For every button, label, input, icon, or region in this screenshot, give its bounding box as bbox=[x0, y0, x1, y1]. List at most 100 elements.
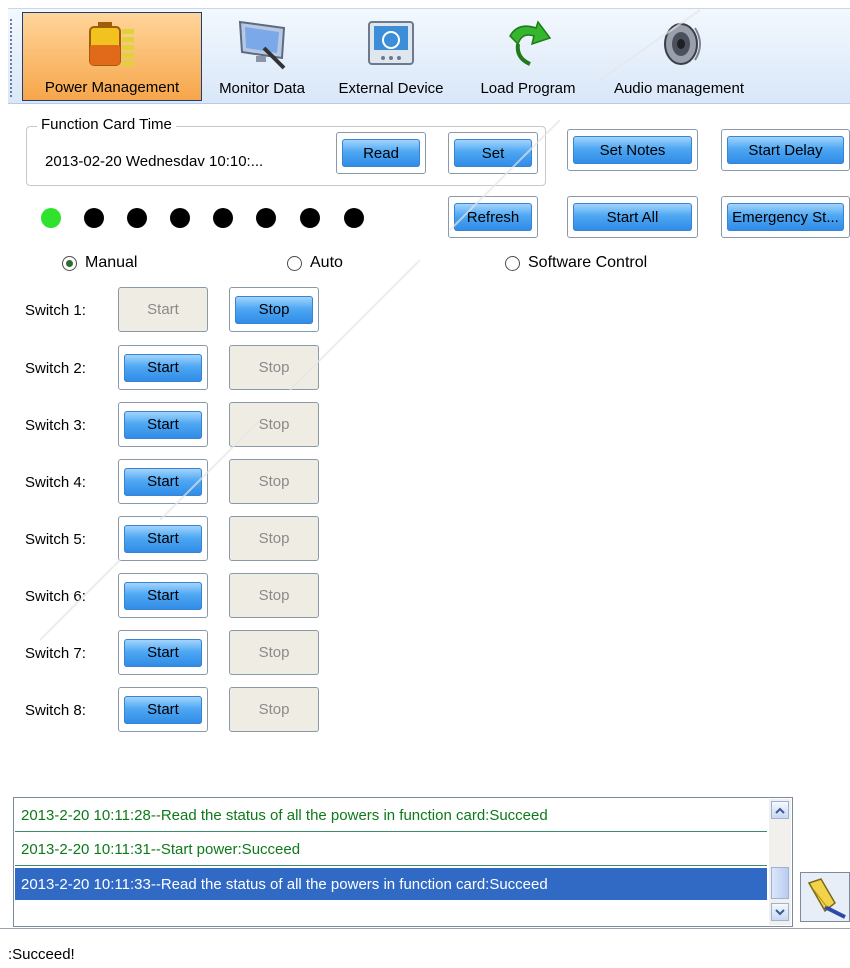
power-indicator-1 bbox=[41, 208, 61, 228]
battery-icon bbox=[89, 22, 134, 66]
radio-label: Manual bbox=[85, 254, 138, 271]
power-indicator-7 bbox=[300, 208, 320, 228]
log-scrollbar[interactable] bbox=[769, 799, 791, 925]
tab-audio-management[interactable]: Audio management bbox=[596, 12, 762, 101]
power-indicator-6 bbox=[256, 208, 276, 228]
switch-7-label: Switch 7: bbox=[25, 645, 86, 662]
switch-6-label: Switch 6: bbox=[25, 588, 86, 605]
button-label: Start bbox=[124, 695, 202, 724]
switch-8-label: Switch 8: bbox=[25, 702, 86, 719]
switch-8-stop-button[interactable]: Stop bbox=[229, 687, 319, 732]
mode-radio-manual[interactable]: Manual bbox=[62, 254, 137, 272]
switch-4-label: Switch 4: bbox=[25, 474, 86, 491]
emergency-stop-button-label: Emergency St... bbox=[727, 203, 844, 231]
button-label: Stop bbox=[258, 587, 290, 604]
log-list[interactable]: 2013-2-20 10:11:28--Read the status of a… bbox=[13, 797, 793, 927]
button-label: Start bbox=[124, 410, 202, 439]
log-entry[interactable]: 2013-2-20 10:11:28--Read the status of a… bbox=[15, 800, 767, 832]
emergency-stop-button[interactable]: Emergency St... bbox=[721, 196, 850, 238]
start-delay-button-label: Start Delay bbox=[727, 136, 844, 164]
button-label: Stop bbox=[258, 701, 290, 718]
button-label: Start bbox=[124, 467, 202, 496]
button-label: Start bbox=[124, 524, 202, 553]
broom-icon bbox=[807, 878, 846, 919]
switch-1-label: Switch 1: bbox=[25, 302, 86, 319]
tab-label: External Device bbox=[338, 80, 444, 97]
mode-radio-software-control[interactable]: Software Control bbox=[505, 254, 647, 272]
refresh-button-label: Refresh bbox=[454, 203, 532, 231]
power-indicator-5 bbox=[213, 208, 233, 228]
start-delay-button[interactable]: Start Delay bbox=[721, 129, 850, 171]
scrollbar-thumb[interactable] bbox=[771, 867, 789, 899]
tab-power-management[interactable]: Power Management bbox=[22, 12, 202, 101]
switch-2-start-button[interactable]: Start bbox=[118, 345, 208, 390]
switch-3-start-button[interactable]: Start bbox=[118, 402, 208, 447]
radio-label: Software Control bbox=[528, 254, 648, 271]
arrow-icon bbox=[509, 20, 552, 66]
mode-radio-auto[interactable]: Auto bbox=[287, 254, 343, 272]
switch-4-stop-button[interactable]: Stop bbox=[229, 459, 319, 504]
button-label: Start bbox=[124, 638, 202, 667]
switch-1-stop-button[interactable]: Stop bbox=[229, 287, 319, 332]
radio-label: Auto bbox=[310, 254, 343, 271]
tab-label: Power Management bbox=[44, 79, 180, 96]
set-button[interactable]: Set bbox=[448, 132, 538, 174]
switch-7-start-button[interactable]: Start bbox=[118, 630, 208, 675]
start-all-button[interactable]: Start All bbox=[567, 196, 698, 238]
switch-6-start-button[interactable]: Start bbox=[118, 573, 208, 618]
scroll-up-arrow-icon[interactable] bbox=[771, 801, 789, 819]
switch-5-start-button[interactable]: Start bbox=[118, 516, 208, 561]
switch-6-stop-button[interactable]: Stop bbox=[229, 573, 319, 618]
read-button-label: Read bbox=[342, 139, 420, 167]
tab-label: Load Program bbox=[480, 80, 576, 97]
button-label: Stop bbox=[258, 530, 290, 547]
set-notes-button[interactable]: Set Notes bbox=[567, 129, 698, 171]
log-entry[interactable]: 2013-2-20 10:11:31--Start power:Succeed bbox=[15, 834, 767, 866]
radio-unselected-icon bbox=[505, 255, 520, 271]
status-divider bbox=[0, 928, 850, 929]
tab-monitor-data[interactable]: Monitor Data bbox=[206, 12, 318, 101]
toolbar: Power Management Monitor Data External D… bbox=[8, 8, 850, 104]
toolbar-grip[interactable] bbox=[10, 19, 12, 97]
log-entry-text: 2013-2-20 10:11:33--Read the status of a… bbox=[21, 875, 548, 893]
switch-3-stop-button[interactable]: Stop bbox=[229, 402, 319, 447]
power-indicator-2 bbox=[84, 208, 104, 228]
function-card-time-value: 2013-02-20 Wednesdav 10:10:... bbox=[45, 153, 264, 170]
switch-4-start-button[interactable]: Start bbox=[118, 459, 208, 504]
monitor-icon bbox=[238, 20, 286, 70]
button-label: Stop bbox=[258, 644, 290, 661]
switch-2-label: Switch 2: bbox=[25, 360, 86, 377]
radio-selected-icon bbox=[62, 255, 77, 271]
button-label: Stop bbox=[235, 295, 313, 324]
power-indicator-3 bbox=[127, 208, 147, 228]
switch-7-stop-button[interactable]: Stop bbox=[229, 630, 319, 675]
log-entry-selected[interactable]: 2013-2-20 10:11:33--Read the status of a… bbox=[15, 868, 767, 900]
switch-5-label: Switch 5: bbox=[25, 531, 86, 548]
function-card-time-legend: Function Card Time bbox=[37, 116, 176, 133]
clear-log-button[interactable] bbox=[800, 872, 850, 922]
tab-label: Audio management bbox=[613, 80, 745, 97]
switch-1-start-button[interactable]: Start bbox=[118, 287, 208, 332]
tab-external-device[interactable]: External Device bbox=[323, 12, 459, 101]
log-entry-text: 2013-2-20 10:11:31--Start power:Succeed bbox=[21, 841, 301, 858]
switch-5-stop-button[interactable]: Stop bbox=[229, 516, 319, 561]
set-button-label: Set bbox=[454, 139, 532, 167]
scroll-down-arrow-icon[interactable] bbox=[771, 903, 789, 921]
start-all-button-label: Start All bbox=[573, 203, 692, 231]
power-indicator-8 bbox=[344, 208, 364, 228]
speaker-icon bbox=[664, 23, 701, 65]
power-indicator-4 bbox=[170, 208, 190, 228]
button-label: Stop bbox=[258, 473, 290, 490]
switch-2-stop-button[interactable]: Stop bbox=[229, 345, 319, 390]
read-button[interactable]: Read bbox=[336, 132, 426, 174]
status-text: :Succeed! bbox=[8, 946, 75, 963]
button-label: Start bbox=[124, 581, 202, 610]
refresh-button[interactable]: Refresh bbox=[448, 196, 538, 238]
log-entry-text: 2013-2-20 10:11:28--Read the status of a… bbox=[21, 807, 548, 824]
set-notes-button-label: Set Notes bbox=[573, 136, 692, 164]
switch-8-start-button[interactable]: Start bbox=[118, 687, 208, 732]
button-label: Stop bbox=[258, 359, 290, 376]
gauge-icon bbox=[368, 21, 414, 65]
tab-load-program[interactable]: Load Program bbox=[465, 12, 591, 101]
button-label: Start bbox=[147, 301, 179, 318]
